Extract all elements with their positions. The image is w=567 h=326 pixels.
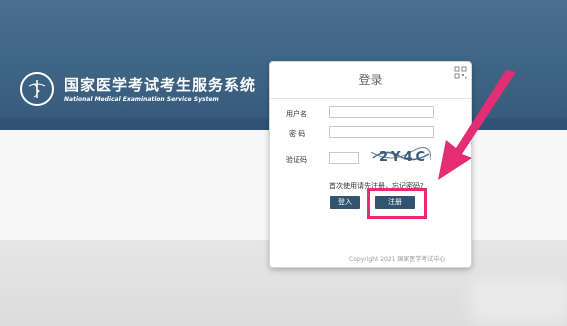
background-glow: [470, 280, 567, 326]
captcha-input[interactable]: [329, 152, 359, 164]
login-button[interactable]: 登入: [330, 196, 360, 209]
password-input[interactable]: [329, 126, 434, 138]
site-logo: 国家医学考试考生服务系统 National Medical Examinatio…: [20, 72, 256, 106]
captcha-label: 验证码: [286, 156, 307, 164]
username-label: 用户名: [286, 110, 307, 118]
username-input[interactable]: [329, 106, 434, 118]
pointer-arrow-icon: [438, 70, 516, 180]
register-highlight-box: [367, 188, 427, 219]
copyright-text: Copyright 2021 国家医学考试中心: [349, 256, 446, 263]
medical-emblem-icon: [20, 72, 54, 106]
site-title: 国家医学考试考生服务系统: [64, 75, 257, 94]
site-subtitle: National Medical Examination Service Sys…: [64, 95, 219, 103]
password-label: 密 码: [289, 130, 306, 138]
